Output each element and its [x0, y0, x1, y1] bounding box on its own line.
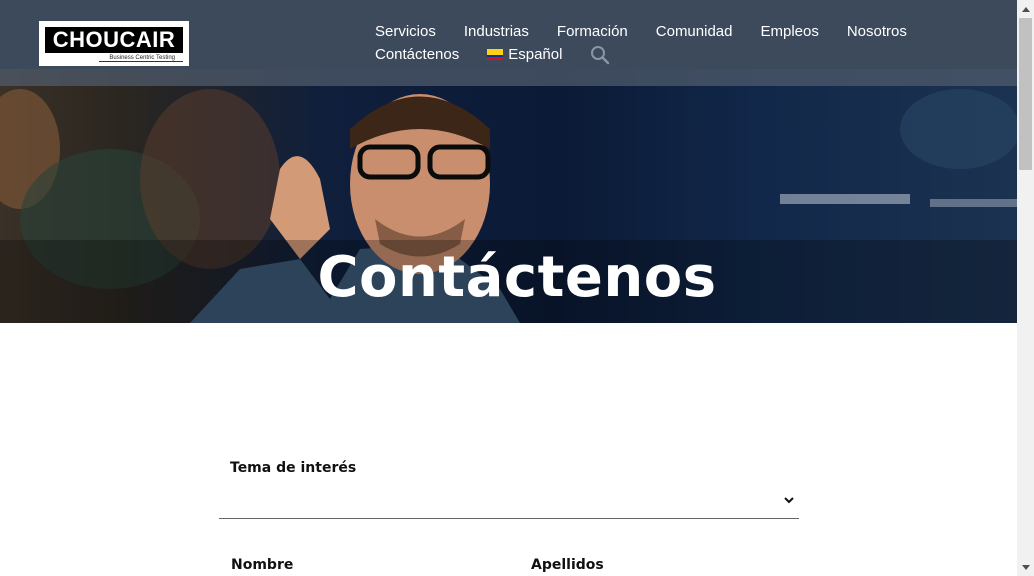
colombia-flag-icon: [487, 49, 504, 60]
nav-item-nosotros[interactable]: Nosotros: [847, 23, 907, 40]
chevron-down-icon: [784, 497, 794, 504]
main-nav: Servicios Industrias Formación Comunidad…: [375, 20, 935, 66]
hero-banner: Contáctenos: [0, 69, 1017, 323]
nav-item-empleos[interactable]: Empleos: [760, 23, 818, 40]
topic-select[interactable]: [219, 482, 799, 519]
logo-text: CHOUCAIR: [52, 27, 176, 52]
logo-tagline: Business Centric Testing: [99, 55, 183, 62]
nav-row-2: Contáctenos Español: [375, 43, 935, 66]
language-selector[interactable]: Español: [487, 46, 562, 63]
nav-item-industrias[interactable]: Industrias: [464, 23, 529, 40]
logo-mark: CHOUCAIR: [45, 27, 183, 53]
nav-item-servicios[interactable]: Servicios: [375, 23, 436, 40]
topic-label: Tema de interés: [230, 460, 357, 476]
page-title: Contáctenos: [317, 245, 717, 310]
nav-item-formacion[interactable]: Formación: [557, 23, 628, 40]
language-label: Español: [508, 46, 563, 63]
scroll-down-arrow[interactable]: [1017, 559, 1034, 576]
site-header: CHOUCAIR Business Centric Testing Servic…: [0, 0, 1017, 69]
choucair-logo[interactable]: CHOUCAIR Business Centric Testing: [39, 21, 189, 66]
scrollbar-thumb[interactable]: [1019, 18, 1032, 170]
first-name-label: Nombre: [231, 557, 294, 573]
arrow-up-icon: [1021, 6, 1030, 12]
nav-item-contactenos[interactable]: Contáctenos: [375, 46, 459, 63]
nav-item-comunidad[interactable]: Comunidad: [656, 23, 733, 40]
page-viewport: CHOUCAIR Business Centric Testing Servic…: [0, 0, 1017, 576]
page-scrollbar[interactable]: [1017, 0, 1034, 576]
search-icon[interactable]: [590, 45, 610, 65]
last-name-label: Apellidos: [531, 557, 604, 573]
arrow-down-icon: [1021, 564, 1030, 570]
nav-row-1: Servicios Industrias Formación Comunidad…: [375, 20, 935, 43]
scroll-up-arrow[interactable]: [1017, 0, 1034, 17]
